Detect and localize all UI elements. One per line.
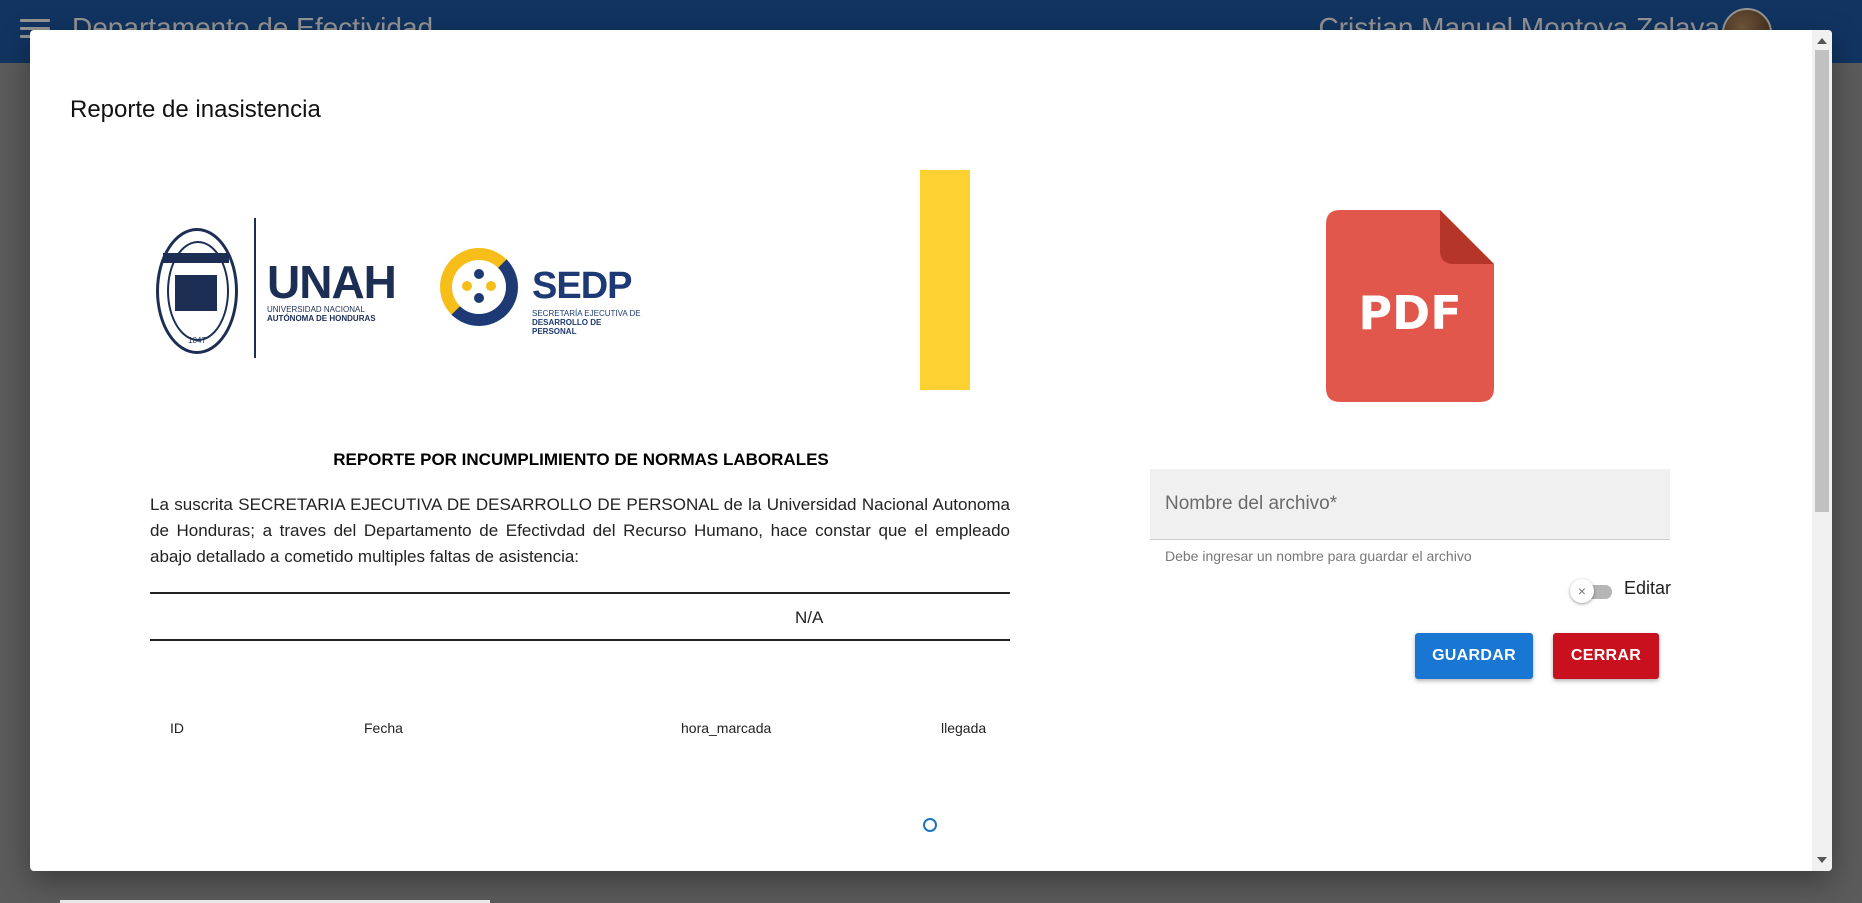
unah-seal-logo: 1847 (156, 228, 238, 354)
loading-spinner-icon (923, 818, 937, 832)
employee-value: N/A (795, 608, 824, 627)
unah-logo-subtitle: UNIVERSIDAD NACIONAL AUTÓNOMA DE HONDURA… (267, 305, 376, 323)
sedp-logo-text: SEDP (532, 265, 632, 307)
pdf-file-icon: PDF (1326, 210, 1494, 402)
column-header-fecha: Fecha (364, 720, 403, 736)
sedp-logo-subtitle: SECRETARÍA EJECUTIVA DE DESARROLLO DE PE… (532, 309, 641, 336)
logo-divider (254, 218, 256, 358)
filename-field[interactable]: Nombre del archivo* (1150, 469, 1670, 540)
dialog-title: Reporte de inasistencia (70, 96, 321, 123)
close-button[interactable]: CERRAR (1553, 633, 1659, 679)
unah-logo-text: UNAH (267, 256, 397, 308)
column-header-llegada: llegada (941, 720, 987, 736)
seal-year: 1847 (188, 336, 206, 345)
filename-label: Nombre del archivo* (1165, 493, 1338, 514)
column-header-hora-marcada: hora_marcada (681, 720, 772, 736)
save-button[interactable]: GUARDAR (1415, 633, 1533, 679)
table-header: ID Fecha hora_marcada llegada (150, 690, 1010, 736)
edit-toggle-label[interactable]: Editar (1624, 578, 1671, 599)
dialog-scrollbar[interactable] (1812, 30, 1832, 871)
yellow-bar (920, 170, 970, 390)
rule-top (150, 592, 1010, 594)
sedp-people-icon (462, 269, 496, 305)
scroll-down-icon[interactable] (1817, 857, 1827, 863)
report-dialog: Reporte de inasistencia 1847 UNAH UNIVER… (30, 30, 1832, 871)
filename-hint: Debe ingresar un nombre para guardar el … (1165, 548, 1472, 564)
scrollbar-thumb[interactable] (1815, 50, 1829, 512)
edit-toggle[interactable]: × (1570, 579, 1618, 603)
column-header-id: ID (170, 720, 184, 736)
rule-bottom (150, 639, 1010, 641)
scroll-up-icon[interactable] (1817, 38, 1827, 44)
pdf-icon-label: PDF (1358, 286, 1462, 340)
logos-header: 1847 UNAH UNIVERSIDAD NACIONAL AUTÓNOMA … (122, 215, 642, 395)
report-paragraph: La suscrita SECRETARIA EJECUTIVA DE DESA… (150, 495, 1010, 566)
close-icon: × (1570, 579, 1594, 603)
